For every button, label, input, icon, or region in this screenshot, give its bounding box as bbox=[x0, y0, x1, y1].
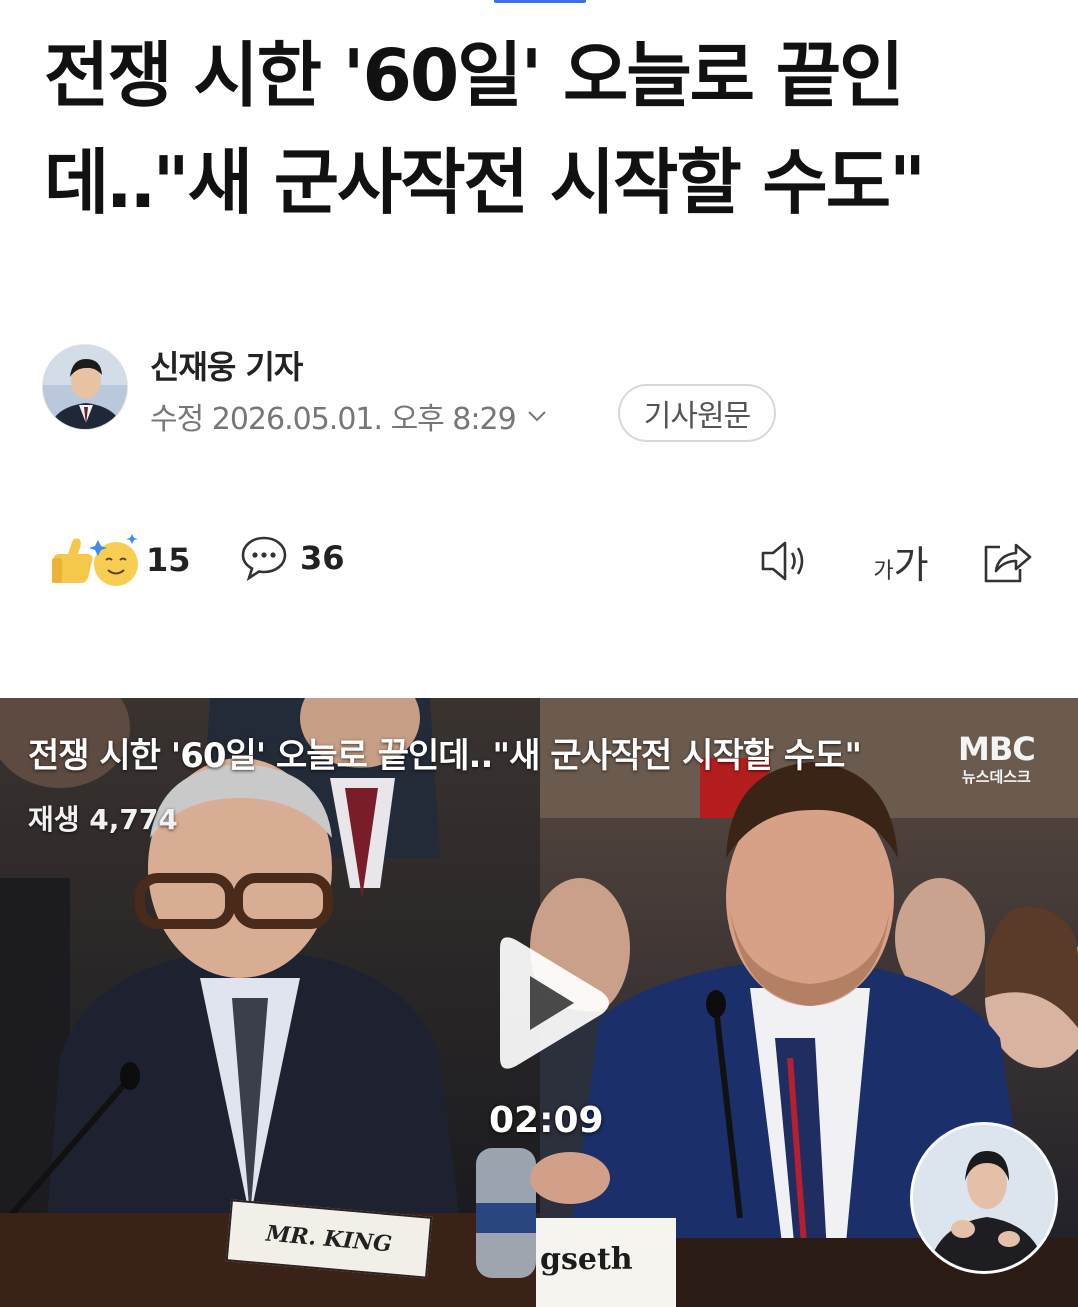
mbc-logo-sub: 뉴스데스크 bbox=[961, 768, 1031, 786]
share-icon bbox=[984, 543, 1032, 583]
sign-language-interpreter bbox=[910, 1122, 1058, 1274]
reaction-button[interactable]: 15 bbox=[48, 530, 191, 590]
article-headline: 전쟁 시한 '60일' 오늘로 끝인데‥"새 군사작전 시작할 수도" bbox=[44, 34, 926, 224]
font-size-small: 가 bbox=[873, 558, 894, 584]
play-icon[interactable] bbox=[478, 928, 618, 1078]
author-name[interactable]: 신재웅 기자 bbox=[150, 342, 303, 388]
video-player[interactable]: MR. KING gseth 전쟁 시한 '60일' 오늘로 끝인데.."새 군… bbox=[0, 698, 1078, 1307]
original-article-button[interactable]: 기사원문 bbox=[618, 384, 776, 442]
mbc-logo: MBC 뉴스데스크 bbox=[958, 730, 1036, 787]
reaction-icon bbox=[48, 530, 140, 590]
mbc-logo-main: MBC bbox=[958, 730, 1036, 768]
nameplate-right: gseth bbox=[536, 1218, 676, 1307]
comment-button[interactable]: 36 bbox=[240, 534, 345, 582]
video-view-count: 재생 4,774 bbox=[28, 803, 178, 836]
comment-count: 36 bbox=[300, 539, 345, 577]
comment-icon bbox=[241, 536, 287, 582]
font-size-icon: 가가 bbox=[873, 534, 928, 589]
font-size-button[interactable]: 가가 bbox=[866, 533, 936, 589]
top-indicator bbox=[494, 0, 586, 3]
chevron-down-icon bbox=[527, 411, 546, 422]
reaction-count: 15 bbox=[146, 541, 191, 579]
tts-button[interactable] bbox=[756, 533, 816, 589]
article-date[interactable]: 수정 2026.05.01. 오후 8:29 bbox=[150, 394, 548, 438]
share-button[interactable] bbox=[976, 533, 1036, 589]
speaker-icon bbox=[761, 541, 804, 581]
video-title: 전쟁 시한 '60일' 오늘로 끝인데.."새 군사작전 시작할 수도" bbox=[28, 736, 862, 776]
font-size-large: 가 bbox=[893, 542, 929, 587]
date-text: 수정 2026.05.01. 오후 8:29 bbox=[150, 402, 517, 437]
video-duration: 02:09 bbox=[489, 1100, 604, 1141]
author-avatar[interactable] bbox=[42, 344, 128, 430]
